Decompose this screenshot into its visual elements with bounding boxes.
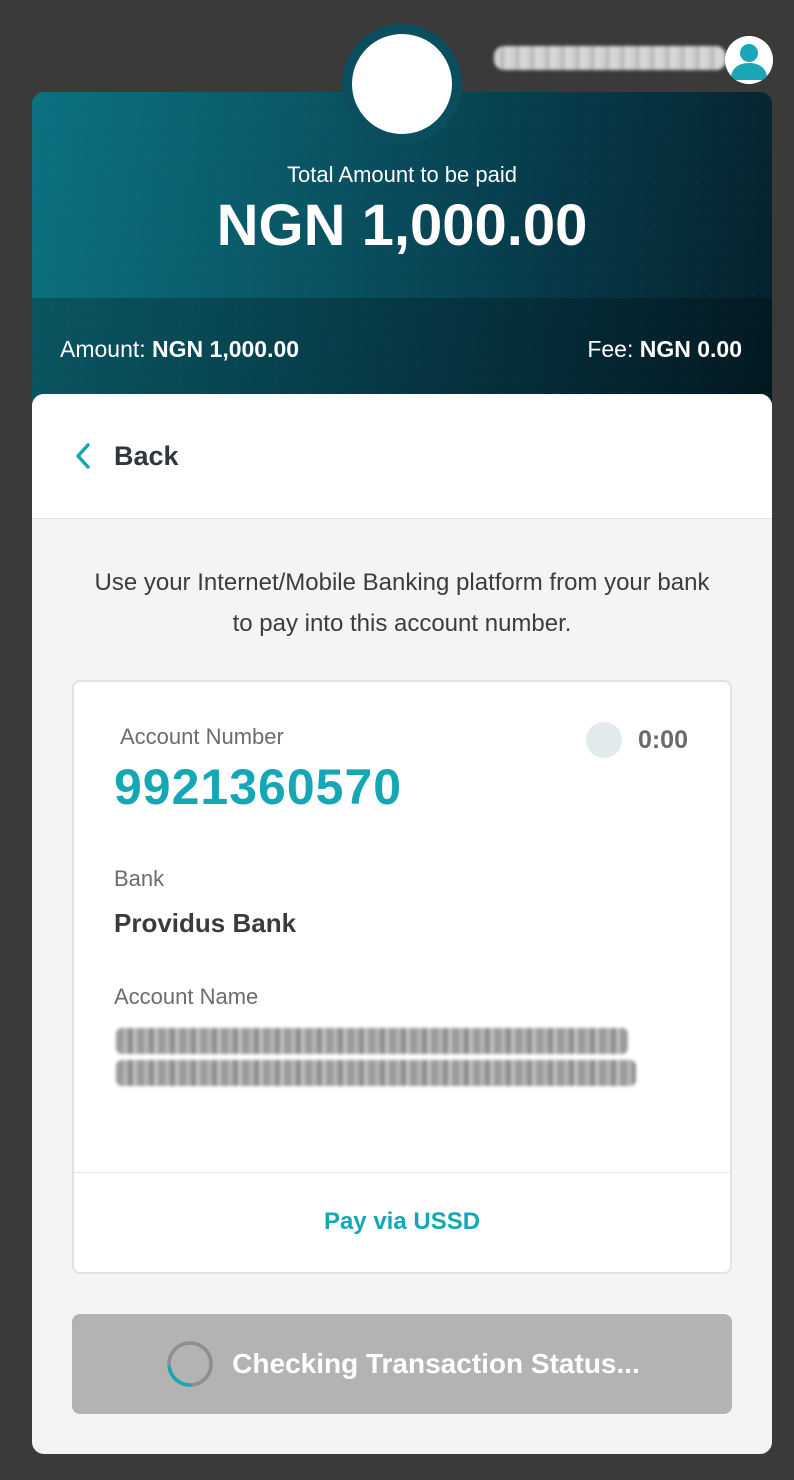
- payment-instructions: Use your Internet/Mobile Banking platfor…: [94, 569, 710, 637]
- amount-item: Amount: NGN 1,000.00: [60, 336, 299, 363]
- amount-breakdown: Amount: NGN 1,000.00 Fee: NGN 0.00: [32, 298, 772, 402]
- redacted-line: [116, 1028, 628, 1054]
- bank-name: Providus Bank: [114, 908, 297, 938]
- check-status-button[interactable]: Checking Transaction Status...: [72, 1314, 732, 1414]
- timer-value: 0:00: [637, 725, 688, 754]
- amount-label: Amount:: [60, 336, 146, 362]
- user-avatar-icon[interactable]: [725, 36, 773, 84]
- spinner-icon: [164, 1338, 216, 1390]
- fee-label: Fee:: [587, 336, 634, 362]
- redacted-user-name: [494, 46, 726, 70]
- redacted-account-name: [116, 1028, 636, 1092]
- countdown-timer: 0:00: [585, 722, 688, 758]
- redacted-line: [116, 1060, 636, 1086]
- total-amount-value: NGN 1,000.00: [216, 193, 588, 258]
- account-details-box: Account Number 9921360570 0:00 Bank Prov…: [72, 680, 732, 1274]
- back-label: Back: [114, 440, 179, 471]
- chevron-left-icon: [74, 442, 92, 470]
- merchant-logo: [352, 34, 452, 134]
- payment-card: Back Use your Internet/Mobile Banking pl…: [32, 394, 772, 1454]
- total-amount-label: Total Amount to be paid: [287, 162, 517, 187]
- back-button[interactable]: Back: [74, 441, 179, 472]
- check-status-label: Checking Transaction Status...: [232, 1348, 640, 1379]
- payment-page: Total Amount to be paid NGN 1,000.00 Amo…: [0, 0, 794, 1480]
- fee-item: Fee: NGN 0.00: [587, 336, 742, 363]
- fee-value: NGN 0.00: [639, 336, 742, 362]
- account-number[interactable]: 9921360570: [114, 758, 402, 816]
- account-name-label: Account Name: [114, 984, 259, 1009]
- amount-value: NGN 1,000.00: [152, 336, 300, 362]
- bank-label: Bank: [114, 866, 165, 891]
- back-bar: Back: [32, 394, 772, 519]
- account-number-label: Account Number: [120, 724, 284, 749]
- pay-via-ussd-link[interactable]: Pay via USSD: [74, 1172, 730, 1272]
- timer-indicator-icon: [585, 722, 622, 758]
